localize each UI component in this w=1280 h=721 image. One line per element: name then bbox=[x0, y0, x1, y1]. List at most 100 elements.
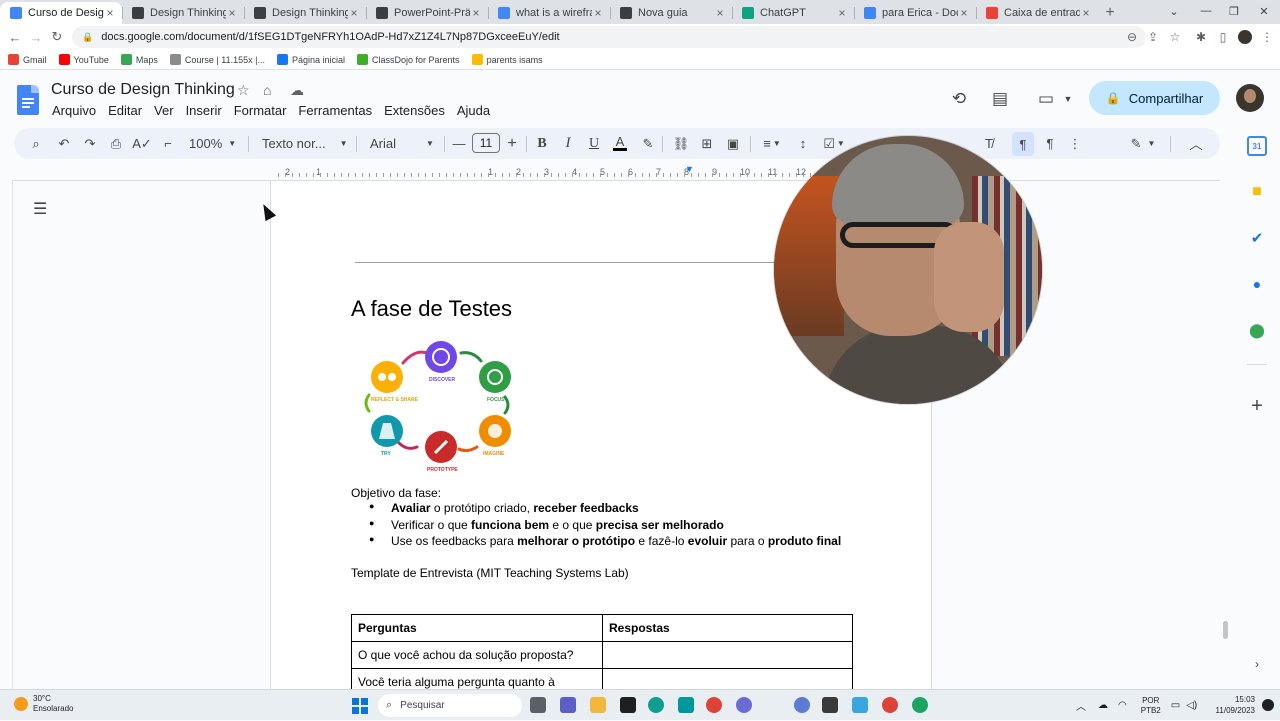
docs-logo-icon[interactable] bbox=[17, 85, 39, 115]
task-view-icon[interactable] bbox=[530, 697, 546, 713]
zoom-select[interactable]: 100% ▼ bbox=[189, 128, 236, 159]
hide-menus-icon[interactable]: ︿ bbox=[1186, 128, 1206, 159]
volume-icon[interactable]: ◁) bbox=[1186, 700, 1197, 711]
new-tab-button[interactable]: + bbox=[1098, 2, 1122, 24]
profile-icon[interactable] bbox=[1234, 27, 1256, 47]
close-tab-icon[interactable]: × bbox=[592, 6, 604, 20]
contacts-icon[interactable]: ● bbox=[1247, 274, 1267, 294]
bookmark-item[interactable]: YouTube bbox=[58, 54, 109, 65]
photos-icon[interactable] bbox=[852, 697, 868, 713]
close-window-icon[interactable]: ✕ bbox=[1248, 0, 1280, 22]
teams-icon[interactable] bbox=[560, 697, 576, 713]
edge-icon[interactable] bbox=[648, 697, 664, 713]
align-icon[interactable]: ≡ ▼ bbox=[758, 128, 786, 159]
list-item[interactable]: Verificar o que funciona bem e o que pre… bbox=[369, 518, 841, 535]
italic-icon[interactable]: I bbox=[560, 128, 576, 159]
wifi-icon[interactable]: ◠ bbox=[1118, 700, 1127, 711]
scrollbar[interactable] bbox=[1223, 621, 1228, 639]
table-cell[interactable] bbox=[602, 641, 853, 669]
start-icon[interactable] bbox=[352, 698, 368, 714]
chrome-icon[interactable] bbox=[706, 697, 722, 713]
table-header-cell[interactable]: Respostas bbox=[602, 614, 853, 642]
line-spacing-icon[interactable]: ↕ bbox=[794, 128, 812, 159]
list-item[interactable]: Avaliar o protótipo criado, receber feed… bbox=[369, 501, 841, 518]
document-title[interactable]: Curso de Design Thinking bbox=[51, 81, 235, 99]
bookmark-item[interactable]: Página inicial bbox=[276, 54, 345, 65]
chrome-canary-icon[interactable] bbox=[912, 697, 928, 713]
comments-icon[interactable]: ▤ bbox=[988, 87, 1012, 111]
close-tab-icon[interactable]: × bbox=[470, 6, 482, 20]
extensions-icon[interactable]: ✱ bbox=[1190, 27, 1212, 47]
text-color-icon[interactable]: A bbox=[612, 128, 628, 159]
chrome-profile-icon[interactable] bbox=[882, 697, 898, 713]
paint-format-icon[interactable]: ⌐ bbox=[158, 128, 178, 159]
rtl-paragraph-icon[interactable]: ¶ bbox=[1040, 128, 1060, 159]
avatar[interactable] bbox=[1236, 84, 1264, 112]
underline-icon[interactable]: U bbox=[586, 128, 602, 159]
meet-icon[interactable]: ▭ bbox=[1034, 87, 1058, 111]
design-cycle-image[interactable]: DISCOVER FOCUS IMAGINE PROTOTYPE TRY REF… bbox=[355, 339, 515, 475]
table-cell[interactable]: O que você achou da solução proposta? bbox=[351, 641, 603, 669]
bold-icon[interactable]: B bbox=[534, 128, 550, 159]
pen-app-icon[interactable] bbox=[822, 697, 838, 713]
menu-item[interactable]: Ver bbox=[148, 103, 180, 118]
browser-tab[interactable]: Design Thinking Template× bbox=[122, 2, 244, 24]
store-icon[interactable] bbox=[620, 697, 636, 713]
network-app-icon[interactable]: ☁ bbox=[1098, 700, 1108, 711]
browser-tab[interactable]: Design Thinking Template× bbox=[244, 2, 366, 24]
show-side-panel-icon[interactable]: › bbox=[1247, 654, 1267, 674]
language-indicator[interactable]: POR PTB2 bbox=[1141, 696, 1161, 716]
clock[interactable]: 15:03 11/09/2023 bbox=[1207, 694, 1255, 716]
forward-icon[interactable]: → bbox=[25, 26, 47, 48]
insert-image-icon[interactable]: ▣ bbox=[724, 128, 742, 159]
bookmark-item[interactable]: parents isams bbox=[471, 54, 543, 65]
browser-tab[interactable]: what is a wireframe? -× bbox=[488, 2, 610, 24]
r-app-icon[interactable] bbox=[794, 697, 810, 713]
close-tab-icon[interactable]: × bbox=[714, 6, 726, 20]
taskbar-search-input[interactable]: ⌕ Pesquisar bbox=[378, 694, 522, 717]
section-heading[interactable]: A fase de Testes bbox=[351, 296, 512, 322]
keep-icon[interactable]: ■ bbox=[1247, 182, 1267, 202]
calendar-icon[interactable]: 31 bbox=[1247, 136, 1267, 156]
menu-item[interactable]: Arquivo bbox=[46, 103, 102, 118]
get-addons-icon[interactable]: + bbox=[1247, 395, 1267, 417]
tray-expand-icon[interactable]: ︿ bbox=[1076, 698, 1086, 713]
indent-marker-icon[interactable]: ▼ bbox=[685, 164, 694, 174]
table-header-cell[interactable]: Perguntas bbox=[351, 614, 603, 642]
maximize-icon[interactable]: ❐ bbox=[1218, 0, 1250, 22]
redo-icon[interactable]: ↷ bbox=[80, 128, 100, 159]
tasks-icon[interactable]: ✔ bbox=[1247, 228, 1267, 248]
clear-formatting-icon[interactable]: T̸ bbox=[980, 128, 998, 159]
list-item[interactable]: Use os feedbacks para melhorar o protóti… bbox=[369, 534, 841, 551]
menu-item[interactable]: Inserir bbox=[180, 103, 228, 118]
bookmark-item[interactable]: Gmail bbox=[8, 54, 47, 65]
outline-icon[interactable]: ☰ bbox=[33, 199, 47, 219]
side-panel-icon[interactable]: ▯ bbox=[1212, 27, 1234, 47]
notification-icon[interactable] bbox=[1262, 699, 1274, 711]
move-folder-icon[interactable]: ⌂ bbox=[263, 82, 271, 98]
style-select[interactable]: Texto nor... ▼ bbox=[262, 128, 348, 159]
insert-comment-icon[interactable]: ⊞ bbox=[698, 128, 716, 159]
menu-item[interactable]: Ajuda bbox=[451, 103, 496, 118]
reload-icon[interactable]: ↻ bbox=[46, 26, 68, 48]
arduino-icon[interactable] bbox=[678, 697, 694, 713]
weather-widget[interactable]: 30°C Ensolarado bbox=[14, 694, 73, 714]
table-cell[interactable]: Você teria alguma pergunta quanto à bbox=[351, 668, 603, 689]
browser-tab[interactable]: Nova guia × bbox=[610, 2, 732, 24]
star-icon[interactable]: ☆ bbox=[237, 82, 250, 99]
ltr-paragraph-icon[interactable]: ¶ bbox=[1012, 132, 1034, 156]
browser-tab[interactable]: para Erica - Documentos× bbox=[854, 2, 976, 24]
interview-table[interactable]: Perguntas Respostas O que você achou da … bbox=[351, 614, 853, 689]
objective-list[interactable]: Avaliar o protótipo criado, receber feed… bbox=[369, 501, 841, 551]
close-tab-icon[interactable]: × bbox=[958, 6, 970, 20]
zoom-icon[interactable]: ⊖ bbox=[1121, 27, 1143, 47]
menu-item[interactable]: Ferramentas bbox=[292, 103, 378, 118]
url-input[interactable]: 🔒 docs.google.com/document/d/1fSEG1DTgeN… bbox=[72, 26, 1146, 48]
highlight-icon[interactable]: ✎ bbox=[640, 128, 656, 159]
close-tab-icon[interactable]: × bbox=[104, 6, 116, 20]
search-menus-icon[interactable]: ⌕ bbox=[26, 128, 46, 159]
menu-item[interactable]: Editar bbox=[102, 103, 148, 118]
template-label[interactable]: Template de Entrevista (MIT Teaching Sys… bbox=[351, 566, 629, 580]
increase-font-size-icon[interactable]: + bbox=[504, 128, 520, 159]
undo-icon[interactable]: ↶ bbox=[54, 128, 74, 159]
